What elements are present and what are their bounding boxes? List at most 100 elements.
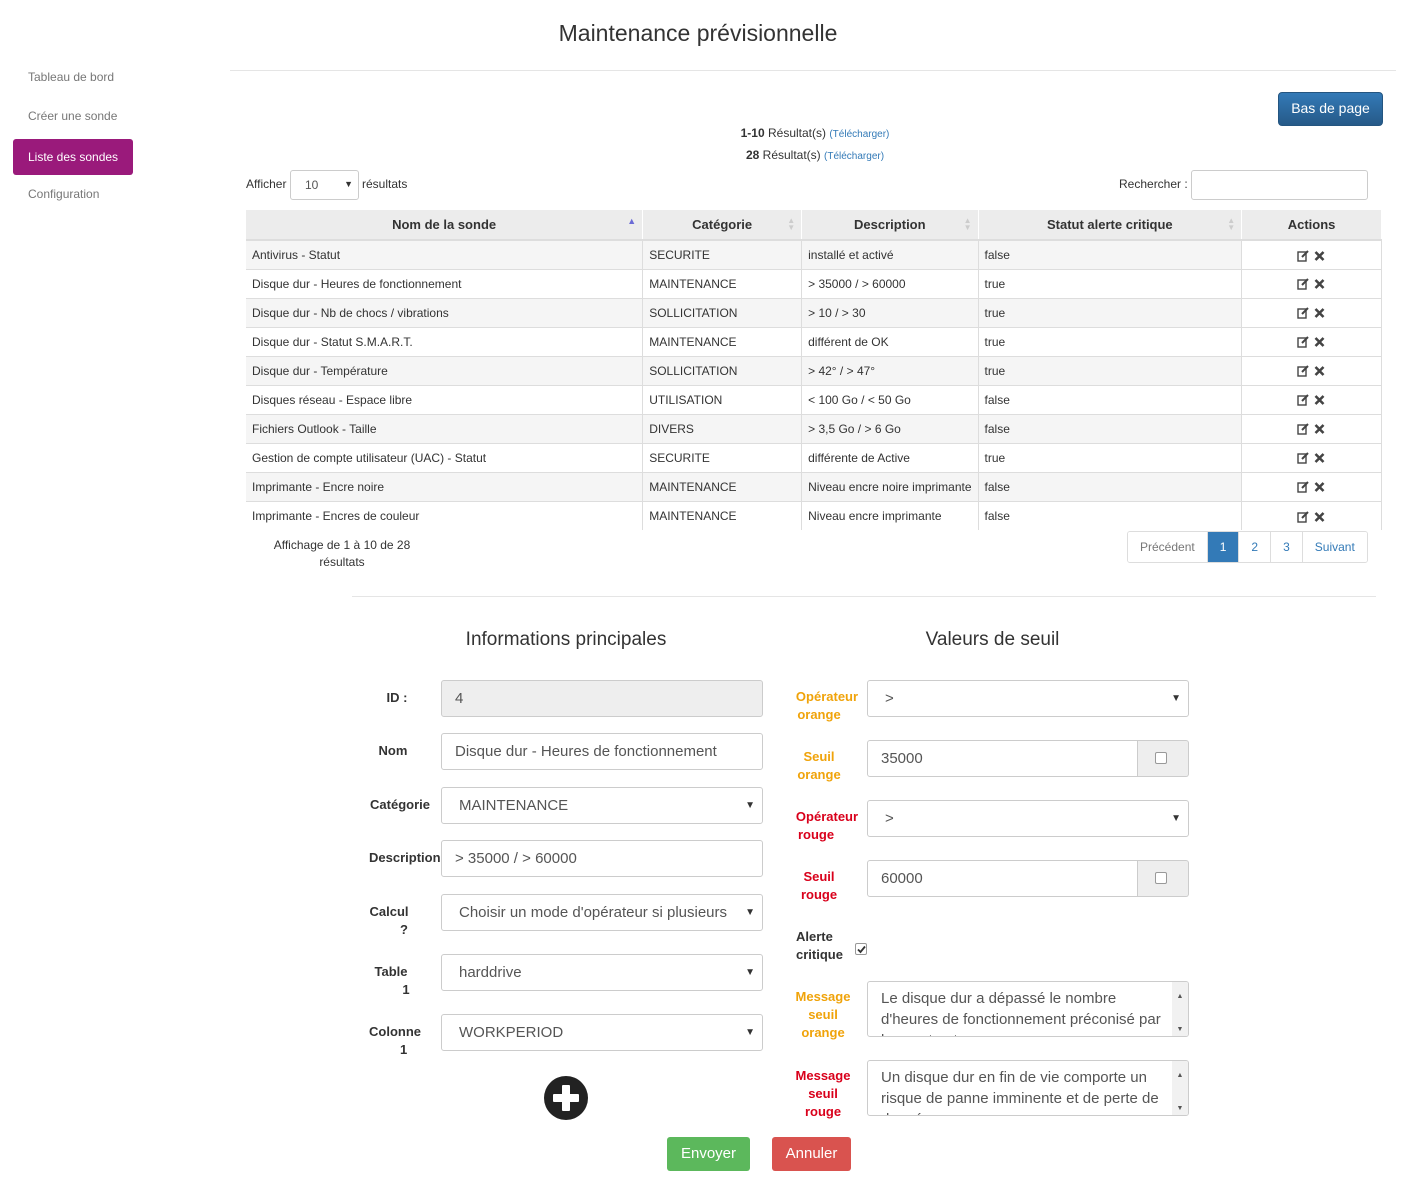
scroll-up-icon[interactable]: ▲: [1172, 986, 1188, 1007]
msg-orange-textarea[interactable]: Le disque dur a dépassé le nombre d'heur…: [867, 981, 1189, 1037]
caret-down-icon: ▼: [745, 1027, 755, 1038]
send-button[interactable]: Envoyer: [667, 1137, 750, 1171]
delete-icon[interactable]: [1313, 250, 1326, 262]
calcul-select[interactable]: Choisir un mode d'opérateur si plusieurs…: [441, 894, 763, 931]
download-link[interactable]: (Télécharger): [824, 151, 884, 162]
edit-icon[interactable]: [1297, 365, 1310, 378]
seuil-red-checkbox[interactable]: [1155, 872, 1167, 884]
delete-icon[interactable]: [1313, 394, 1326, 406]
page-size-select[interactable]: 10 ▼: [290, 170, 359, 200]
cell-actions: [1241, 326, 1382, 356]
cell-description: installé et activé: [801, 239, 979, 269]
col-header-category[interactable]: Catégorie ▲ ▼: [642, 210, 803, 241]
scrollbar[interactable]: ▲ ▼: [1172, 1061, 1188, 1115]
edit-icon[interactable]: [1297, 249, 1310, 262]
pagination-prev[interactable]: Précédent: [1128, 532, 1208, 562]
cell-name: Imprimante - Encre noire: [246, 471, 644, 501]
sidebar-item-create-probe[interactable]: Créer une sonde: [13, 98, 133, 134]
cell-critical-status: true: [978, 268, 1243, 298]
cell-critical-status: false: [978, 239, 1243, 269]
seuil-red-field[interactable]: 60000: [867, 860, 1138, 897]
table-row: Disque dur - Nb de chocs / vibrations SOL…: [246, 297, 1382, 327]
cell-description: différent de OK: [801, 326, 979, 356]
title-divider: [230, 70, 1396, 71]
edit-icon[interactable]: [1297, 481, 1310, 494]
colonne1-select[interactable]: WORKPERIOD ▼: [441, 1014, 763, 1051]
add-column-button[interactable]: [544, 1076, 588, 1120]
scroll-bottom-button[interactable]: Bas de page: [1278, 92, 1383, 126]
edit-icon[interactable]: [1297, 307, 1310, 320]
sort-asc-icon: ▲: [627, 216, 637, 226]
colonne1-label: Colonne 1: [369, 1023, 429, 1059]
category-select[interactable]: MAINTENANCE ▼: [441, 787, 763, 824]
scroll-up-icon[interactable]: ▲: [1172, 1065, 1188, 1086]
pagination-page-3[interactable]: 3: [1271, 532, 1303, 562]
seuil-red-label: Seuil rouge: [792, 868, 846, 904]
pagination-page-2[interactable]: 2: [1239, 532, 1272, 562]
edit-icon[interactable]: [1297, 423, 1310, 436]
calcul-label-line1: Calcul: [369, 904, 409, 919]
delete-icon[interactable]: [1313, 452, 1326, 464]
msg-red-textarea[interactable]: Un disque dur en fin de vie comporte un …: [867, 1060, 1189, 1116]
description-field[interactable]: > 35000 / > 60000: [441, 840, 763, 877]
cell-actions: [1241, 413, 1382, 443]
delete-icon[interactable]: [1313, 336, 1326, 348]
edit-icon[interactable]: [1297, 278, 1310, 291]
caret-down-icon: ▼: [1171, 693, 1181, 704]
seuil-orange-checkbox[interactable]: [1155, 752, 1167, 764]
delete-icon[interactable]: [1313, 423, 1326, 435]
sort-icon: ▲ ▼: [1227, 216, 1236, 232]
op-orange-select[interactable]: > ▼: [867, 680, 1189, 717]
alerte-label-line1: Alerte: [796, 929, 833, 944]
results-total-line: 28 Résultat(s) (Télécharger): [500, 148, 1130, 162]
cell-name: Disque dur - Statut S.M.A.R.T.: [246, 326, 644, 356]
col-header-description[interactable]: Description ▲ ▼: [801, 210, 979, 241]
sidebar-item-probe-list[interactable]: Liste des sondes: [13, 139, 133, 175]
cell-actions: [1241, 297, 1382, 327]
delete-icon[interactable]: [1313, 481, 1326, 493]
op-red-label-line2: rouge: [797, 827, 835, 842]
delete-icon[interactable]: [1313, 307, 1326, 319]
results-range-line: 1-10 Résultat(s) (Télécharger): [500, 126, 1130, 140]
delete-icon[interactable]: [1313, 278, 1326, 290]
calcul-label: Calcul ?: [365, 903, 413, 939]
alerte-checkbox[interactable]: [855, 943, 867, 955]
delete-icon[interactable]: [1313, 365, 1326, 377]
search-input[interactable]: [1191, 170, 1368, 200]
cancel-button[interactable]: Annuler: [772, 1137, 851, 1171]
cell-name: Gestion de compte utilisateur (UAC) - St…: [246, 442, 644, 472]
cell-name: Disque dur - Nb de chocs / vibrations: [246, 297, 644, 327]
scrollbar[interactable]: ▲ ▼: [1172, 982, 1188, 1036]
cell-category: MAINTENANCE: [642, 471, 803, 501]
table1-label-line1: Table: [374, 964, 408, 979]
edit-icon[interactable]: [1297, 452, 1310, 465]
calcul-label-line2: ?: [400, 922, 408, 937]
table1-label-line2: 1: [402, 982, 410, 997]
cell-name: Disques réseau - Espace libre: [246, 384, 644, 414]
pagination-page-1[interactable]: 1: [1207, 532, 1240, 562]
edit-icon[interactable]: [1297, 510, 1310, 523]
op-red-select[interactable]: > ▼: [867, 800, 1189, 837]
cell-actions: [1241, 500, 1382, 530]
table1-select[interactable]: harddrive ▼: [441, 954, 763, 991]
threshold-title: Valeurs de seuil: [925, 629, 1060, 650]
plus-icon: [553, 1085, 579, 1111]
seuil-orange-field[interactable]: 35000: [867, 740, 1138, 777]
col-header-critical-status[interactable]: Statut alerte critique ▲ ▼: [978, 210, 1243, 241]
col-header-name[interactable]: Nom de la sonde ▲: [246, 210, 644, 241]
op-red-label: Opérateur rouge: [792, 808, 862, 844]
name-field[interactable]: Disque dur - Heures de fonctionnement: [441, 733, 763, 770]
scroll-down-icon[interactable]: ▼: [1172, 1019, 1188, 1036]
pagination-next[interactable]: Suivant: [1302, 532, 1367, 562]
edit-icon[interactable]: [1297, 336, 1310, 349]
msg-red-label-line3: rouge: [804, 1104, 842, 1119]
download-link[interactable]: (Télécharger): [829, 129, 889, 140]
sidebar-item-dashboard[interactable]: Tableau de bord: [13, 59, 133, 95]
scroll-down-icon[interactable]: ▼: [1172, 1098, 1188, 1115]
msg-red-label-line1: Message: [795, 1068, 851, 1083]
caret-down-icon: ▼: [741, 895, 755, 930]
edit-icon[interactable]: [1297, 394, 1310, 407]
sidebar-item-configuration[interactable]: Configuration: [13, 176, 133, 212]
delete-icon[interactable]: [1313, 511, 1326, 523]
main-info-title: Informations principales: [465, 629, 667, 650]
